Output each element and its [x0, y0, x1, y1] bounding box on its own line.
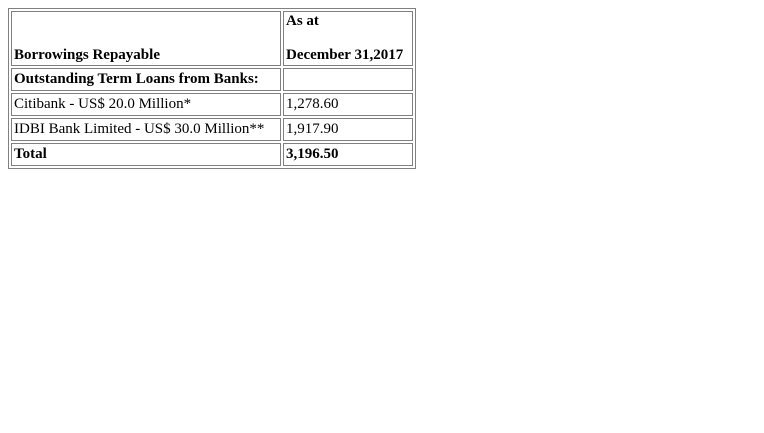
section-empty-cell	[283, 68, 413, 91]
header-col2-line1: As at	[286, 13, 319, 29]
row-label: Citibank - US$ 20.0 Million*	[11, 93, 281, 116]
table-row: Citibank - US$ 20.0 Million* 1,278.60	[11, 93, 413, 116]
row-label: IDBI Bank Limited - US$ 30.0 Million**	[11, 118, 281, 141]
table-header-row: Borrowings Repayable As at December 31,2…	[11, 11, 413, 66]
row-value: 1,917.90	[283, 118, 413, 141]
section-title: Outstanding Term Loans from Banks:	[11, 68, 281, 91]
total-label: Total	[11, 143, 281, 166]
header-as-at-date: As at December 31,2017	[283, 11, 413, 66]
header-date-block: As at December 31,2017	[286, 13, 410, 64]
borrowings-table: Borrowings Repayable As at December 31,2…	[8, 8, 416, 169]
total-row: Total 3,196.50	[11, 143, 413, 166]
row-value: 1,278.60	[283, 93, 413, 116]
header-col2-line2: December 31,2017	[286, 47, 404, 63]
header-borrowings-repayable: Borrowings Repayable	[11, 11, 281, 66]
section-row: Outstanding Term Loans from Banks:	[11, 68, 413, 91]
table-row: IDBI Bank Limited - US$ 30.0 Million** 1…	[11, 118, 413, 141]
total-value: 3,196.50	[283, 143, 413, 166]
header-col1-label: Borrowings Repayable	[14, 47, 160, 63]
